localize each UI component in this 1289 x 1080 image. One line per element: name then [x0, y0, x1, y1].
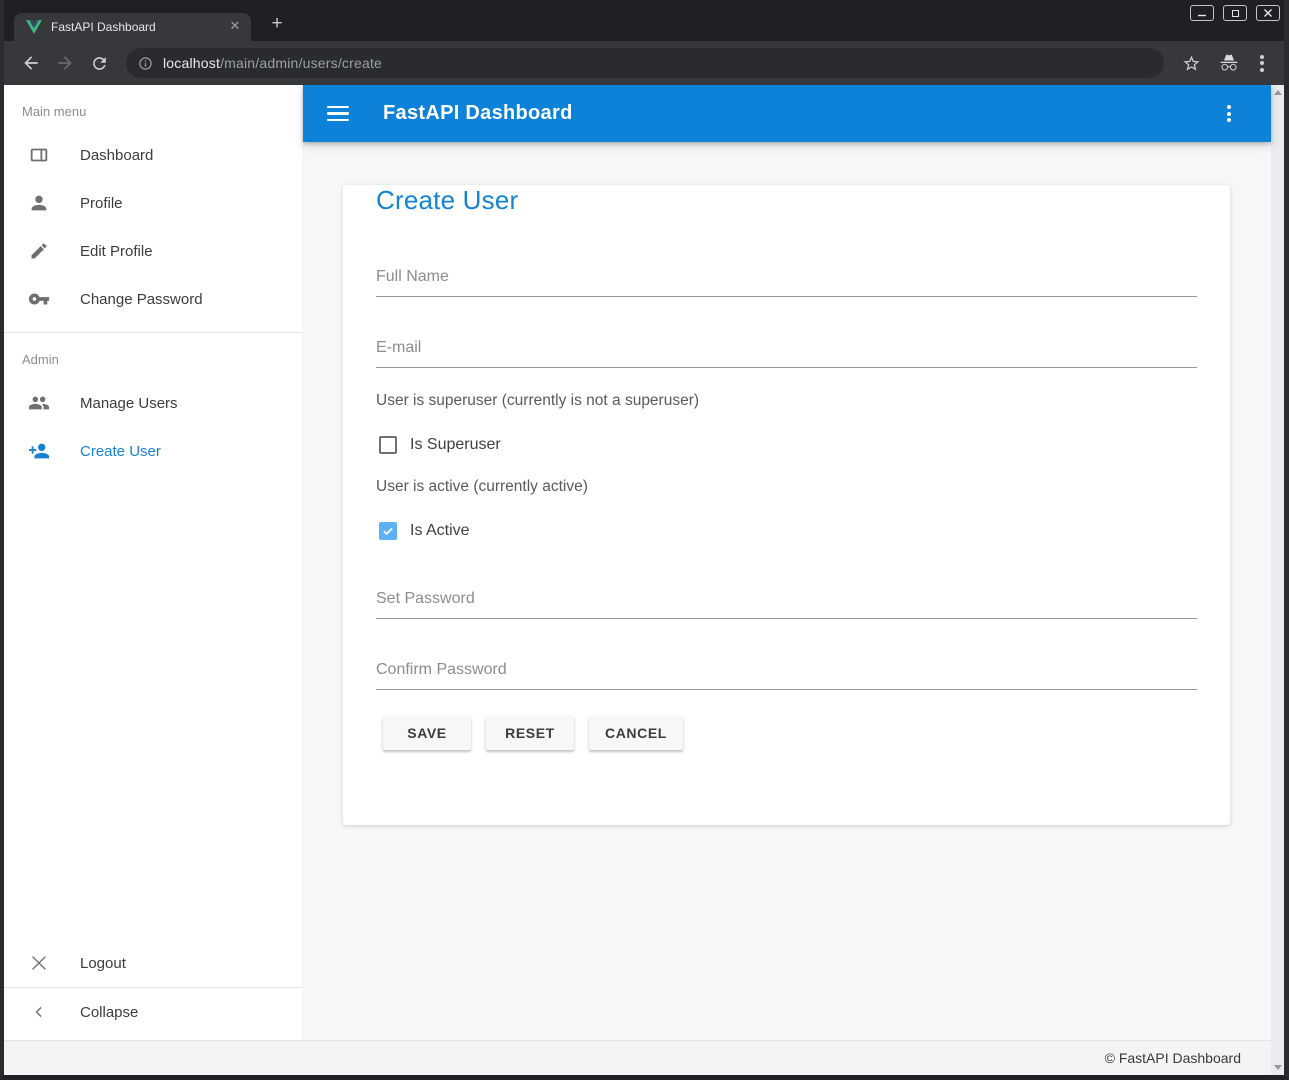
- sidebar-item-label: Manage Users: [80, 395, 178, 412]
- email-input[interactable]: [376, 339, 1197, 368]
- app-title: FastAPI Dashboard: [383, 102, 1217, 125]
- email-field: [376, 339, 1197, 368]
- footer-text: © FastAPI Dashboard: [1105, 1050, 1241, 1066]
- key-icon: [28, 288, 50, 310]
- sidebar-item-label: Create User: [80, 443, 161, 460]
- active-checkbox[interactable]: [379, 522, 397, 540]
- url-host: localhost: [163, 55, 220, 71]
- superuser-checkbox-row[interactable]: Is Superuser: [379, 436, 1197, 454]
- sidebar-section-header-admin: Admin: [4, 333, 302, 379]
- sidebar-section-header-main: Main menu: [4, 85, 302, 131]
- browser-window: FastAPI Dashboard ✕ + local: [0, 0, 1289, 1080]
- reset-button[interactable]: RESET: [486, 716, 574, 750]
- sidebar-item-logout[interactable]: Logout: [4, 939, 302, 987]
- site-info-icon[interactable]: [138, 56, 153, 71]
- address-bar[interactable]: localhost/main/admin/users/create: [126, 48, 1164, 78]
- sidebar-item-label: Collapse: [80, 1004, 138, 1021]
- browser-titlebar: FastAPI Dashboard ✕ +: [4, 0, 1284, 41]
- active-checkbox-label: Is Active: [410, 522, 470, 540]
- superuser-checkbox-label: Is Superuser: [410, 436, 501, 454]
- sidebar-item-label: Logout: [80, 955, 126, 972]
- tab-title: FastAPI Dashboard: [51, 20, 227, 34]
- url-path: /main/admin/users/create: [220, 55, 382, 71]
- active-note: User is active (currently active): [376, 478, 1197, 496]
- sidebar-item-edit-profile[interactable]: Edit Profile: [4, 227, 302, 275]
- reload-icon[interactable]: [82, 46, 116, 80]
- browser-toolbar: localhost/main/admin/users/create: [4, 41, 1284, 85]
- menu-hamburger-icon[interactable]: [327, 102, 351, 126]
- bookmark-star-icon[interactable]: [1174, 46, 1208, 80]
- person-add-icon: [28, 440, 50, 462]
- app-footer: © FastAPI Dashboard: [4, 1040, 1271, 1075]
- superuser-checkbox[interactable]: [379, 436, 397, 454]
- browser-menu-icon[interactable]: [1250, 51, 1274, 75]
- sidebar-item-change-password[interactable]: Change Password: [4, 275, 302, 323]
- main-area: FastAPI Dashboard Create User User is su…: [303, 85, 1271, 1040]
- sidebar-item-manage-users[interactable]: Manage Users: [4, 379, 302, 427]
- set-password-input[interactable]: [376, 590, 1197, 619]
- scroll-down-arrow-icon[interactable]: [1274, 1065, 1282, 1070]
- back-icon[interactable]: [14, 46, 48, 80]
- confirm-password-field: [376, 661, 1197, 690]
- browser-tab[interactable]: FastAPI Dashboard ✕: [14, 13, 251, 41]
- sidebar-bottom: Logout Collapse: [4, 939, 302, 1040]
- forward-icon[interactable]: [48, 46, 82, 80]
- app-toolbar: FastAPI Dashboard: [303, 85, 1271, 142]
- scroll-up-arrow-icon[interactable]: [1274, 90, 1282, 95]
- pencil-icon: [28, 240, 50, 262]
- incognito-icon: [1212, 46, 1246, 80]
- sidebar-item-profile[interactable]: Profile: [4, 179, 302, 227]
- active-checkbox-row[interactable]: Is Active: [379, 522, 1197, 540]
- vue-favicon-icon: [26, 20, 42, 34]
- sidebar-item-label: Dashboard: [80, 147, 153, 164]
- logout-x-icon: [28, 952, 50, 974]
- create-user-card: Create User User is superuser (currently…: [343, 185, 1230, 825]
- sidebar-item-label: Change Password: [80, 291, 203, 308]
- sidebar-item-dashboard[interactable]: Dashboard: [4, 131, 302, 179]
- chevron-left-icon: [28, 1001, 50, 1023]
- people-icon: [28, 392, 50, 414]
- window-controls: [1190, 5, 1280, 21]
- sidebar-item-label: Profile: [80, 195, 123, 212]
- sidebar-item-collapse[interactable]: Collapse: [4, 988, 302, 1036]
- tab-close-icon[interactable]: ✕: [227, 19, 243, 35]
- page-viewport: Main menu Dashboard Profile: [4, 85, 1284, 1075]
- cancel-button[interactable]: CANCEL: [589, 716, 683, 750]
- form-buttons: SAVE RESET CANCEL: [383, 716, 1197, 750]
- close-window-button[interactable]: [1256, 5, 1280, 21]
- set-password-field: [376, 590, 1197, 619]
- maximize-button[interactable]: [1223, 5, 1247, 21]
- full-name-input[interactable]: [376, 268, 1197, 297]
- url-text: localhost/main/admin/users/create: [163, 55, 382, 71]
- minimize-button[interactable]: [1190, 5, 1214, 21]
- sidebar: Main menu Dashboard Profile: [4, 85, 303, 1040]
- sidebar-item-create-user[interactable]: Create User: [4, 427, 302, 475]
- page-content: Create User User is superuser (currently…: [303, 142, 1271, 1040]
- save-button[interactable]: SAVE: [383, 716, 471, 750]
- dashboard-icon: [28, 144, 50, 166]
- new-tab-button[interactable]: +: [265, 13, 289, 37]
- app-menu-kebab-icon[interactable]: [1217, 102, 1241, 126]
- page-title: Create User: [376, 185, 1197, 216]
- superuser-note: User is superuser (currently is not a su…: [376, 392, 1197, 410]
- full-name-field: [376, 268, 1197, 297]
- page-scrollbar[interactable]: [1271, 85, 1284, 1075]
- person-icon: [28, 192, 50, 214]
- sidebar-item-label: Edit Profile: [80, 243, 153, 260]
- toolbar-right: [1174, 46, 1274, 80]
- confirm-password-input[interactable]: [376, 661, 1197, 690]
